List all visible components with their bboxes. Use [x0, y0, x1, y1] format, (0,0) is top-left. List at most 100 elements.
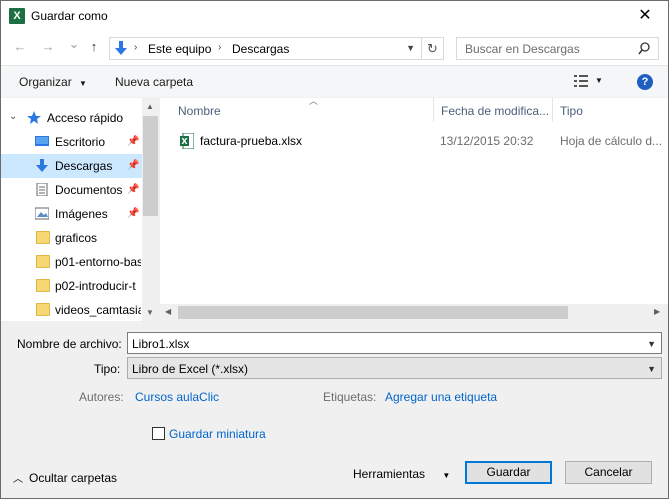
pin-icon: 📌 [127, 160, 140, 171]
breadcrumb-this-pc[interactable]: Este equipo [148, 42, 211, 56]
column-header-type[interactable]: Tipo [552, 98, 668, 124]
scrollbar-thumb[interactable] [178, 306, 568, 319]
scroll-left-icon[interactable]: ◀ [165, 307, 171, 316]
view-options-button[interactable]: ▼ [574, 74, 603, 91]
column-header-name[interactable]: Nombre ︿ [170, 96, 433, 124]
folder-icon [36, 255, 50, 268]
scrollbar-thumb[interactable] [143, 116, 158, 216]
desktop-icon [35, 136, 49, 146]
sidebar-item-label: Escritorio [55, 135, 106, 149]
tags-field[interactable]: Agregar una etiqueta [385, 390, 497, 404]
chevron-up-icon: ︿ [13, 474, 23, 485]
chevron-down-icon: ▼ [442, 471, 451, 480]
sidebar-item-p01[interactable]: p01-entorno-bas [1, 250, 142, 274]
address-bar[interactable]: › Este equipo › Descargas ▼ ↻ [109, 37, 444, 60]
recent-locations-button[interactable]: ⌄ [65, 37, 83, 51]
address-dropdown-icon[interactable]: ▼ [406, 43, 415, 53]
document-icon [36, 183, 48, 196]
download-icon [36, 159, 48, 172]
filename-label: Nombre de archivo: [17, 337, 122, 351]
new-folder-button[interactable]: Nueva carpeta [115, 75, 193, 89]
column-label: Fecha de modifica... [441, 104, 550, 118]
tree-label: Acceso rápido [47, 111, 124, 125]
up-button[interactable]: ↑ [85, 40, 103, 54]
column-label: Nombre [178, 104, 221, 118]
sidebar-scrollbar[interactable]: ▲ ▼ [142, 98, 159, 321]
sidebar-item-label: videos_camtasia [55, 303, 141, 317]
sidebar-item-p02[interactable]: p02-introducir-t [1, 274, 142, 298]
file-date: 13/12/2015 20:32 [440, 134, 534, 148]
save-thumbnail-checkbox[interactable] [152, 427, 165, 440]
navigation-bar: ← → ⌄ ↑ › Este equipo › Descargas ▼ ↻ Bu… [1, 31, 668, 65]
hide-folders-label: Ocultar carpetas [29, 471, 118, 485]
scroll-down-icon[interactable]: ▼ [146, 308, 154, 317]
chevron-down-icon: ▼ [647, 364, 656, 374]
cancel-button[interactable]: Cancelar [565, 461, 652, 484]
sidebar-item-documents[interactable]: Documentos 📌 [1, 178, 142, 202]
hide-folders-toggle[interactable]: ︿ Ocultar carpetas [13, 470, 117, 485]
chevron-down-icon[interactable]: ⌄ [9, 111, 17, 122]
download-icon [115, 41, 127, 55]
title-bar: X Guardar como ✕ [1, 1, 668, 31]
tools-label: Herramientas [353, 467, 426, 481]
sidebar-item-label: p02-introducir-t [55, 279, 136, 293]
sort-ascending-icon: ︿ [309, 96, 319, 106]
sidebar-item-label: graficos [55, 231, 98, 245]
file-type: Hoja de cálculo d... [560, 134, 663, 148]
save-thumbnail-label[interactable]: Guardar miniatura [169, 427, 266, 441]
tools-menu[interactable]: Herramientas ▼ [353, 467, 450, 481]
file-type-select[interactable]: Libro de Excel (*.xlsx) ▼ [127, 357, 662, 379]
chevron-down-icon[interactable]: ▼ [647, 339, 656, 349]
file-list: Nombre ︿ Fecha de modifica... Tipo X fac… [160, 96, 668, 321]
scroll-up-icon[interactable]: ▲ [146, 102, 154, 111]
organize-menu[interactable]: Organizar ▼ [19, 75, 87, 89]
sidebar-item-videos[interactable]: videos_camtasia [1, 298, 142, 322]
save-button[interactable]: Guardar [465, 461, 552, 484]
sidebar-item-desktop[interactable]: Escritorio 📌 [1, 130, 142, 154]
sidebar-item-label: Imágenes [55, 207, 108, 221]
file-list-scrollbar[interactable]: ◀ ▶ [160, 304, 668, 321]
tree-item-quick-access[interactable]: ⌄ Acceso rápido [1, 106, 142, 130]
back-button[interactable]: ← [11, 40, 29, 54]
pin-icon: 📌 [127, 208, 140, 219]
chevron-down-icon: ▼ [79, 79, 87, 88]
save-as-dialog: X Guardar como ✕ ← → ⌄ ↑ › Este equipo ›… [0, 0, 669, 499]
folder-icon [36, 303, 50, 316]
folder-icon [36, 231, 50, 244]
navigation-pane: ⌄ Acceso rápido Escritorio 📌 Descargas 📌 [1, 98, 159, 321]
sidebar-item-label: Descargas [55, 159, 113, 173]
tags-label: Etiquetas: [323, 390, 377, 404]
folder-icon [36, 279, 50, 292]
filename-value: Libro1.xlsx [132, 337, 190, 351]
sidebar-item-downloads[interactable]: Descargas 📌 [1, 154, 142, 178]
close-button[interactable]: ✕ [636, 5, 654, 25]
search-input[interactable]: Buscar en Descargas [456, 37, 659, 60]
excel-file-icon: X [180, 133, 194, 149]
column-label: Tipo [560, 104, 583, 118]
search-icon[interactable] [638, 42, 650, 55]
sidebar-item-label: Documentos [55, 183, 123, 197]
star-icon [27, 111, 41, 124]
breadcrumb-downloads[interactable]: Descargas [232, 42, 289, 56]
svg-text:X: X [181, 137, 188, 146]
filename-input[interactable]: Libro1.xlsx ▼ [127, 332, 662, 354]
organize-label: Organizar [19, 75, 72, 89]
refresh-button[interactable]: ↻ [421, 38, 443, 59]
scroll-right-icon[interactable]: ▶ [654, 307, 660, 316]
command-bar: Organizar ▼ Nueva carpeta ▼ ? [1, 65, 668, 97]
sidebar-item-pictures[interactable]: Imágenes 📌 [1, 202, 142, 226]
forward-button[interactable]: → [39, 40, 57, 54]
file-row[interactable]: X factura-prueba.xlsx 13/12/2015 20:32 H… [170, 130, 668, 152]
view-list-icon [574, 75, 588, 87]
pin-icon: 📌 [127, 184, 140, 195]
authors-label: Autores: [79, 390, 124, 404]
authors-field[interactable]: Cursos aulaClic [135, 390, 219, 404]
help-button[interactable]: ? [637, 74, 653, 90]
sidebar-item-graficos[interactable]: graficos [1, 226, 142, 250]
pictures-icon [35, 207, 49, 220]
breadcrumb-separator: › [218, 42, 222, 53]
search-placeholder: Buscar en Descargas [465, 42, 580, 56]
chevron-down-icon: ▼ [595, 76, 603, 85]
dialog-title: Guardar como [31, 9, 108, 23]
column-header-date[interactable]: Fecha de modifica... [433, 98, 553, 124]
